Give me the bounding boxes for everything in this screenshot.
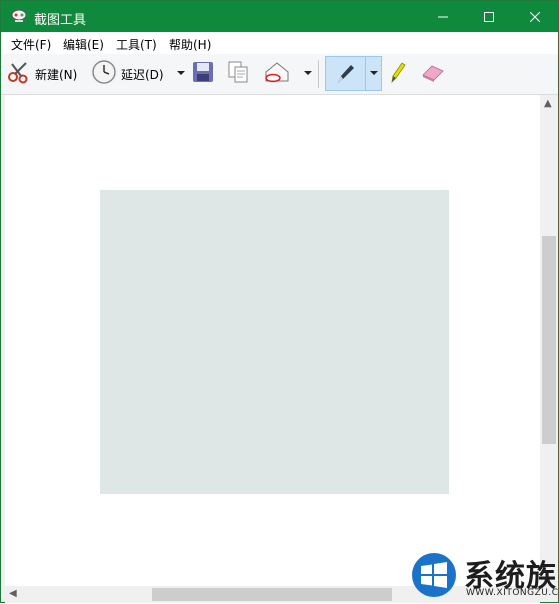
- eraser-icon: [420, 61, 446, 87]
- vertical-scrollbar[interactable]: ▲: [540, 95, 557, 586]
- pen-button-group[interactable]: [325, 56, 382, 91]
- scissors-icon: [7, 60, 31, 88]
- close-button[interactable]: [512, 1, 558, 32]
- window-title: 截图工具: [34, 13, 87, 28]
- pen-split-divider: [365, 57, 366, 90]
- minimize-button[interactable]: [420, 1, 466, 32]
- menu-bar: 文件(F) 编辑(E) 工具(T) 帮助(H): [1, 32, 558, 54]
- vertical-scroll-thumb[interactable]: [542, 236, 556, 444]
- new-button-label: 新建(N): [35, 67, 78, 82]
- minimize-icon: [438, 16, 448, 17]
- pen-icon: [334, 62, 356, 90]
- close-icon: [530, 11, 540, 22]
- pen-dropdown-arrow[interactable]: [370, 71, 378, 75]
- app-scissors-icon: [11, 8, 27, 24]
- highlighter-icon: [388, 59, 408, 89]
- scroll-left-icon[interactable]: ◀: [9, 589, 17, 599]
- clock-icon: [91, 59, 117, 89]
- new-button[interactable]: 新建(N): [7, 57, 77, 91]
- title-bar: 截图工具: [1, 1, 558, 32]
- captured-snip-image: [100, 190, 449, 494]
- toolbar: 新建(N) 延迟(D): [1, 54, 558, 95]
- snip-canvas[interactable]: [5, 95, 540, 586]
- site-watermark: 系统族 WWW.XITONGZU.COM: [409, 549, 559, 604]
- delay-dropdown-arrow[interactable]: [177, 71, 185, 75]
- menu-help[interactable]: 帮助(H): [169, 36, 211, 53]
- delay-button-label: 延迟(D): [121, 67, 164, 82]
- scroll-up-icon[interactable]: ▲: [544, 99, 552, 109]
- maximize-icon: [484, 11, 494, 22]
- copy-button[interactable]: [227, 57, 249, 91]
- delay-button[interactable]: 延迟(D): [91, 57, 164, 91]
- menu-tools[interactable]: 工具(T): [116, 36, 157, 53]
- menu-edit[interactable]: 编辑(E): [63, 36, 104, 53]
- send-dropdown-arrow[interactable]: [304, 71, 312, 75]
- highlighter-button[interactable]: [388, 57, 408, 91]
- send-email-icon: [263, 60, 291, 88]
- snipping-tool-window: 截图工具 文件(F) 编辑(E) 工具(T) 帮助(H) 新建(N) 延迟(D)…: [0, 0, 559, 603]
- maximize-button[interactable]: [466, 1, 512, 32]
- menu-file[interactable]: 文件(F): [11, 36, 51, 53]
- send-button[interactable]: [263, 57, 291, 91]
- watermark-subtext: WWW.XITONGZU.COM: [466, 588, 559, 598]
- save-button[interactable]: [191, 57, 215, 91]
- copy-icon: [227, 60, 249, 88]
- horizontal-scroll-thumb[interactable]: [152, 588, 392, 601]
- save-icon: [191, 60, 215, 88]
- windows-logo-icon: [409, 551, 459, 603]
- toolbar-separator: [318, 60, 319, 88]
- eraser-button[interactable]: [420, 57, 446, 91]
